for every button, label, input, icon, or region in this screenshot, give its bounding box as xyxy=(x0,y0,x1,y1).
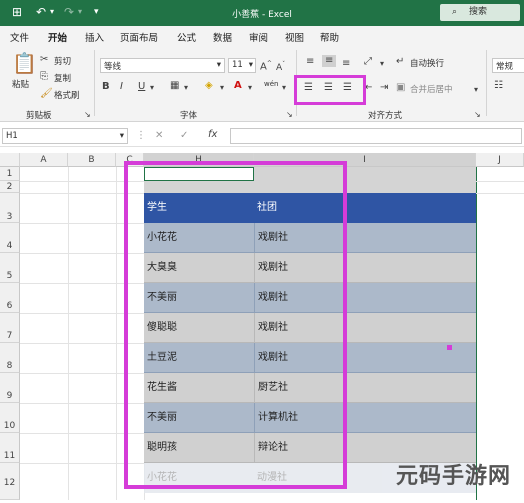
cut-button[interactable]: 剪切 xyxy=(54,55,71,67)
borders-dropdown-icon[interactable]: ▾ xyxy=(184,82,188,94)
align-bottom-icon[interactable]: ≡ xyxy=(342,58,350,70)
name-box-value: H1 xyxy=(6,131,18,141)
column-header-b[interactable]: B xyxy=(68,153,116,167)
phonetic-dropdown-icon[interactable]: ▾ xyxy=(282,82,286,94)
highlight-align-buttons xyxy=(294,75,366,105)
cut-icon[interactable]: ✂ xyxy=(40,54,48,66)
row-header-10[interactable]: 10 xyxy=(0,403,20,433)
column-header-j[interactable]: J xyxy=(476,153,524,167)
gridline xyxy=(116,167,117,500)
row-header-4[interactable]: 4 xyxy=(0,223,20,253)
copy-button[interactable]: 复制 xyxy=(54,72,71,84)
number-format-value: 常规 xyxy=(496,62,514,72)
formula-bar: H1 ▾ ⋮ ✕ ✓ fx xyxy=(0,125,524,147)
row-header-12[interactable]: 12 xyxy=(0,463,20,500)
tab-file[interactable]: 文件 xyxy=(10,30,29,44)
name-box[interactable]: H1 ▾ xyxy=(2,128,128,144)
title-bar: ⊞ ↶ ▾ ↷ ▾ ▾ 小善蕉 - Excel ⌕ 搜索 xyxy=(0,0,524,26)
orientation-icon[interactable]: ⤢ xyxy=(364,56,372,68)
bold-icon[interactable]: B xyxy=(102,81,110,93)
fill-dropdown-icon[interactable]: ▾ xyxy=(220,82,224,94)
cancel-icon[interactable]: ✕ xyxy=(155,130,163,142)
row-header-1[interactable]: 1 xyxy=(0,167,20,181)
tab-data[interactable]: 数据 xyxy=(213,30,232,44)
font-name-select[interactable]: 等线 ▾ xyxy=(100,58,225,73)
row-header-6[interactable]: 6 xyxy=(0,283,20,313)
highlight-table-range xyxy=(124,161,347,489)
currency-icon[interactable]: ☷ xyxy=(494,80,503,92)
merge-icon[interactable]: ▣ xyxy=(396,82,405,94)
row-header-5[interactable]: 5 xyxy=(0,253,20,283)
alignment-group-label: 对齐方式 xyxy=(368,111,403,121)
font-color-dropdown-icon[interactable]: ▾ xyxy=(248,82,252,94)
borders-icon[interactable]: ▦ xyxy=(170,80,179,92)
row-header-9[interactable]: 9 xyxy=(0,373,20,403)
font-size-select[interactable]: 11 ▾ xyxy=(228,58,256,73)
divider xyxy=(94,50,95,116)
row-header-7[interactable]: 7 xyxy=(0,313,20,343)
merge-dropdown-icon[interactable]: ▾ xyxy=(474,84,478,96)
chevron-down-icon: ▾ xyxy=(216,60,221,70)
enter-icon[interactable]: ✓ xyxy=(180,130,188,142)
align-middle-icon[interactable]: ≡ xyxy=(322,55,337,67)
increase-font-icon[interactable]: A^ xyxy=(260,58,272,73)
gridline xyxy=(68,167,69,500)
tab-formulas[interactable]: 公式 xyxy=(177,30,196,44)
orientation-dropdown-icon[interactable]: ▾ xyxy=(380,58,384,70)
font-size-value: 11 xyxy=(232,60,243,70)
underline-dropdown-icon[interactable]: ▾ xyxy=(150,82,154,94)
row-header-2[interactable]: 2 xyxy=(0,181,20,193)
wrap-text-button[interactable]: 自动换行 xyxy=(410,57,444,69)
chevron-down-icon: ▾ xyxy=(248,60,253,70)
select-all-corner[interactable] xyxy=(0,153,20,167)
merge-center-button[interactable]: 合并后居中 xyxy=(410,83,453,95)
tab-page-layout[interactable]: 页面布局 xyxy=(120,30,158,44)
search-icon: ⌕ xyxy=(452,7,458,17)
watermark: 元码手游网 xyxy=(396,464,512,489)
annotation-dot xyxy=(447,345,452,350)
clipboard-group-label: 剪贴板 xyxy=(26,111,52,121)
increase-indent-icon[interactable]: ⇥ xyxy=(380,82,388,94)
insert-function-icon[interactable]: fx xyxy=(208,129,217,141)
underline-icon[interactable]: U xyxy=(138,81,145,93)
alignment-launcher-icon[interactable]: ↘ xyxy=(474,109,481,121)
tab-help[interactable]: 帮助 xyxy=(320,30,339,44)
italic-icon[interactable]: I xyxy=(120,81,123,93)
font-launcher-icon[interactable]: ↘ xyxy=(286,109,293,121)
decrease-font-icon[interactable]: Aˇ xyxy=(276,59,285,74)
column-header-a[interactable]: A xyxy=(20,153,68,167)
search-placeholder: 搜索 xyxy=(469,7,488,17)
row-header-11[interactable]: 11 xyxy=(0,433,20,463)
font-group-label: 字体 xyxy=(180,111,198,121)
divider xyxy=(486,50,487,116)
chevron-down-icon: ▾ xyxy=(119,131,124,141)
row-header-8[interactable]: 8 xyxy=(0,343,20,373)
ribbon-tabs: 文件 开始 插入 页面布局 公式 数据 审阅 视图 帮助 xyxy=(0,26,524,48)
paste-icon[interactable]: 📋 xyxy=(12,52,37,74)
copy-icon[interactable]: ⎘ xyxy=(40,71,48,83)
format-painter-icon[interactable]: 🖌 xyxy=(40,88,53,100)
row-header-3[interactable]: 3 xyxy=(0,193,20,223)
formula-input[interactable] xyxy=(230,128,522,144)
tab-review[interactable]: 审阅 xyxy=(249,30,268,44)
align-top-icon[interactable]: ≡ xyxy=(306,56,314,68)
more-icon: ⋮ xyxy=(136,130,146,141)
search-box[interactable]: ⌕ 搜索 xyxy=(440,4,520,21)
font-color-icon[interactable]: A xyxy=(234,80,242,92)
ribbon: 📋 粘贴 ✂ 剪切 ⎘ 复制 🖌 格式刷 剪贴板 ↘ 等线 ▾ 11 ▾ A^ … xyxy=(0,46,524,122)
paste-button[interactable]: 粘贴 xyxy=(12,78,29,90)
tab-view[interactable]: 视图 xyxy=(285,30,304,44)
format-painter-button[interactable]: 格式刷 xyxy=(54,89,80,101)
wrap-text-icon[interactable]: ↵ xyxy=(396,56,404,68)
number-format-select[interactable]: 常规 xyxy=(492,58,524,73)
font-name-value: 等线 xyxy=(104,62,122,72)
tab-insert[interactable]: 插入 xyxy=(85,30,104,44)
phonetic-icon[interactable]: wén xyxy=(264,80,278,88)
fill-color-icon[interactable]: ◈ xyxy=(205,80,213,92)
gridline xyxy=(476,167,477,500)
clipboard-launcher-icon[interactable]: ↘ xyxy=(84,109,91,121)
